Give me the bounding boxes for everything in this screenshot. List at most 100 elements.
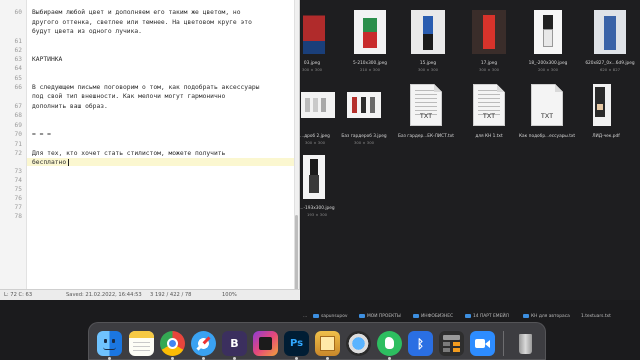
safari-icon[interactable] bbox=[191, 331, 216, 356]
quicktime-icon[interactable] bbox=[346, 331, 371, 356]
line-number: 60 bbox=[14, 9, 22, 16]
editor-line[interactable]: дополнить ваш образ. bbox=[32, 103, 108, 110]
calculator-icon[interactable] bbox=[439, 331, 464, 356]
file-dimensions: 620 × 827 bbox=[599, 67, 621, 72]
trash-icon[interactable] bbox=[513, 331, 538, 356]
saved-timestamp: Saved: 21.02.2022, 16:44:53 bbox=[66, 292, 142, 298]
file-type-label: TXT bbox=[482, 113, 496, 120]
txt-document-icon[interactable]: TXT bbox=[473, 84, 505, 126]
file-name[interactable]: ЛИД-чек.pdf bbox=[586, 134, 626, 139]
image-thumbnail[interactable] bbox=[301, 92, 335, 118]
file-name[interactable]: 17.jpeg bbox=[469, 61, 509, 66]
file-name[interactable]: Баз гардер...ЕК-ЛИСТ.txt bbox=[397, 134, 455, 139]
image-thumbnail[interactable] bbox=[303, 10, 325, 54]
pdf-thumbnail[interactable] bbox=[593, 84, 611, 126]
file-type-label: TXT bbox=[540, 113, 554, 120]
image-thumbnail[interactable] bbox=[534, 10, 562, 54]
image-thumbnail[interactable] bbox=[472, 10, 506, 54]
path-segment[interactable]: ... bbox=[303, 314, 307, 319]
file-dimensions: 200 × 300 bbox=[537, 67, 559, 72]
line-number: 76 bbox=[14, 195, 22, 202]
file-type-label: TXT bbox=[419, 113, 433, 120]
editor-line[interactable]: В следующем письме поговорим о том, как … bbox=[32, 84, 259, 91]
editor-line[interactable]: Выбираем любой цвет и дополняем его таки… bbox=[32, 9, 241, 16]
scrollbar-thumb[interactable] bbox=[295, 215, 298, 293]
finder-icon[interactable] bbox=[97, 331, 122, 356]
editor-line[interactable]: будут цвета из одного лучика. bbox=[32, 28, 142, 35]
line-number: 77 bbox=[14, 204, 22, 211]
txt-document-icon[interactable]: TXT bbox=[531, 84, 563, 126]
editor-line[interactable]: другого оттенка, светлее или темнее. На … bbox=[32, 19, 252, 26]
file-name[interactable]: 5-210x300.jpeg bbox=[345, 61, 395, 66]
file-name[interactable]: 620x827_0x...6d9.jpeg bbox=[582, 61, 638, 66]
line-number: 61 bbox=[14, 38, 22, 45]
text-editor-window[interactable]: 60 61 62 63 64 65 66 67 68 69 70 71 72 7… bbox=[0, 0, 300, 300]
bbedit-icon[interactable]: B bbox=[222, 331, 247, 356]
file-name[interactable]: 03.jpeg bbox=[297, 61, 327, 66]
file-name[interactable]: ...-193x300.jpeg bbox=[297, 206, 337, 211]
path-segment[interactable]: 1.textuars.txt bbox=[581, 314, 611, 319]
image-thumbnail[interactable] bbox=[354, 10, 386, 54]
image-thumbnail[interactable] bbox=[594, 10, 626, 54]
file-dimensions: 300 × 300 bbox=[301, 67, 323, 72]
file-name[interactable]: ...дроб 2.jpeg bbox=[295, 134, 335, 139]
line-number: 65 bbox=[14, 75, 22, 82]
line-number: 64 bbox=[14, 65, 22, 72]
status-bar: L: 72 C: 63 Saved: 21.02.2022, 16:44:53 … bbox=[0, 289, 300, 300]
file-dimensions: 210 × 300 bbox=[359, 67, 381, 72]
txt-document-icon[interactable]: TXT bbox=[410, 84, 442, 126]
zoom-icon[interactable] bbox=[470, 331, 495, 356]
zoom-level[interactable]: 100% bbox=[222, 292, 237, 298]
dock-separator bbox=[503, 331, 504, 356]
finder-window[interactable]: 03.jpeg 300 × 300 5-210x300.jpeg 210 × 3… bbox=[299, 0, 640, 300]
file-name[interactable]: для КН 1.txt bbox=[464, 134, 514, 139]
photoshop-glyph: Ps bbox=[289, 338, 304, 349]
folder-icon bbox=[523, 314, 529, 318]
file-name[interactable]: 15.jpeg bbox=[408, 61, 448, 66]
folder-icon bbox=[465, 314, 471, 318]
path-segment[interactable]: sapunsupov bbox=[321, 314, 347, 319]
file-dimensions: 193 × 300 bbox=[306, 212, 328, 217]
file-name[interactable]: Баз гардероб 3.jpeg bbox=[339, 134, 389, 139]
folder-icon bbox=[313, 314, 319, 318]
image-thumbnail[interactable] bbox=[347, 92, 381, 118]
notes-icon[interactable] bbox=[129, 331, 154, 356]
line-number: 68 bbox=[14, 112, 22, 119]
evernote-icon[interactable] bbox=[377, 331, 402, 356]
preview-icon[interactable] bbox=[315, 331, 340, 356]
path-segment[interactable]: ИНФОБИЗНЕС bbox=[421, 314, 453, 319]
folder-icon bbox=[413, 314, 419, 318]
bluetooth-glyph: ᛒ bbox=[416, 336, 425, 351]
file-dimensions: 300 × 300 bbox=[353, 140, 375, 145]
bbedit-glyph: B bbox=[230, 337, 239, 350]
path-segment[interactable]: МОИ ПРОЕКТЫ bbox=[367, 314, 401, 319]
image-thumbnail[interactable] bbox=[411, 10, 445, 54]
final-cut-icon[interactable] bbox=[253, 331, 278, 356]
line-number: 72 bbox=[14, 150, 22, 157]
photoshop-icon[interactable]: Ps bbox=[284, 331, 309, 356]
editor-line[interactable]: бесплатно bbox=[32, 159, 66, 166]
line-number: 66 bbox=[14, 84, 22, 91]
line-number: 63 bbox=[14, 56, 22, 63]
file-dimensions: 300 × 300 bbox=[304, 140, 326, 145]
dock: B Ps ᛒ bbox=[88, 322, 546, 360]
line-number: 78 bbox=[14, 213, 22, 220]
vertical-scrollbar[interactable] bbox=[294, 0, 299, 300]
line-number-gutter: 60 61 62 63 64 65 66 67 68 69 70 71 72 7… bbox=[0, 0, 27, 300]
line-number: 70 bbox=[14, 131, 22, 138]
editor-line[interactable]: = = = bbox=[32, 131, 51, 138]
path-segment[interactable]: КН для автораса bbox=[531, 314, 570, 319]
bluetooth-icon[interactable]: ᛒ bbox=[408, 331, 433, 356]
file-dimensions: 300 × 300 bbox=[417, 67, 439, 72]
path-segment[interactable]: 14 ПАРТ ЕМЕЙЛ bbox=[473, 314, 509, 319]
line-number: 71 bbox=[14, 141, 22, 148]
file-name[interactable]: 18_-200x300.jpeg bbox=[521, 61, 575, 66]
editor-line[interactable]: Для тех, кто хочет стать стилистом, може… bbox=[32, 150, 225, 157]
path-bar: ... sapunsupov МОИ ПРОЕКТЫ ИНФОБИЗНЕС 14… bbox=[301, 312, 640, 322]
file-name[interactable]: Как подобр...ессуары.txt bbox=[519, 134, 575, 139]
editor-line[interactable]: под свой тип внешности. Как мелочи могут… bbox=[32, 93, 225, 100]
editor-line[interactable]: КАРТИНКА bbox=[32, 56, 62, 63]
image-thumbnail[interactable] bbox=[303, 155, 325, 199]
text-counts: 3 192 / 422 / 78 bbox=[150, 292, 192, 298]
chrome-icon[interactable] bbox=[160, 331, 185, 356]
